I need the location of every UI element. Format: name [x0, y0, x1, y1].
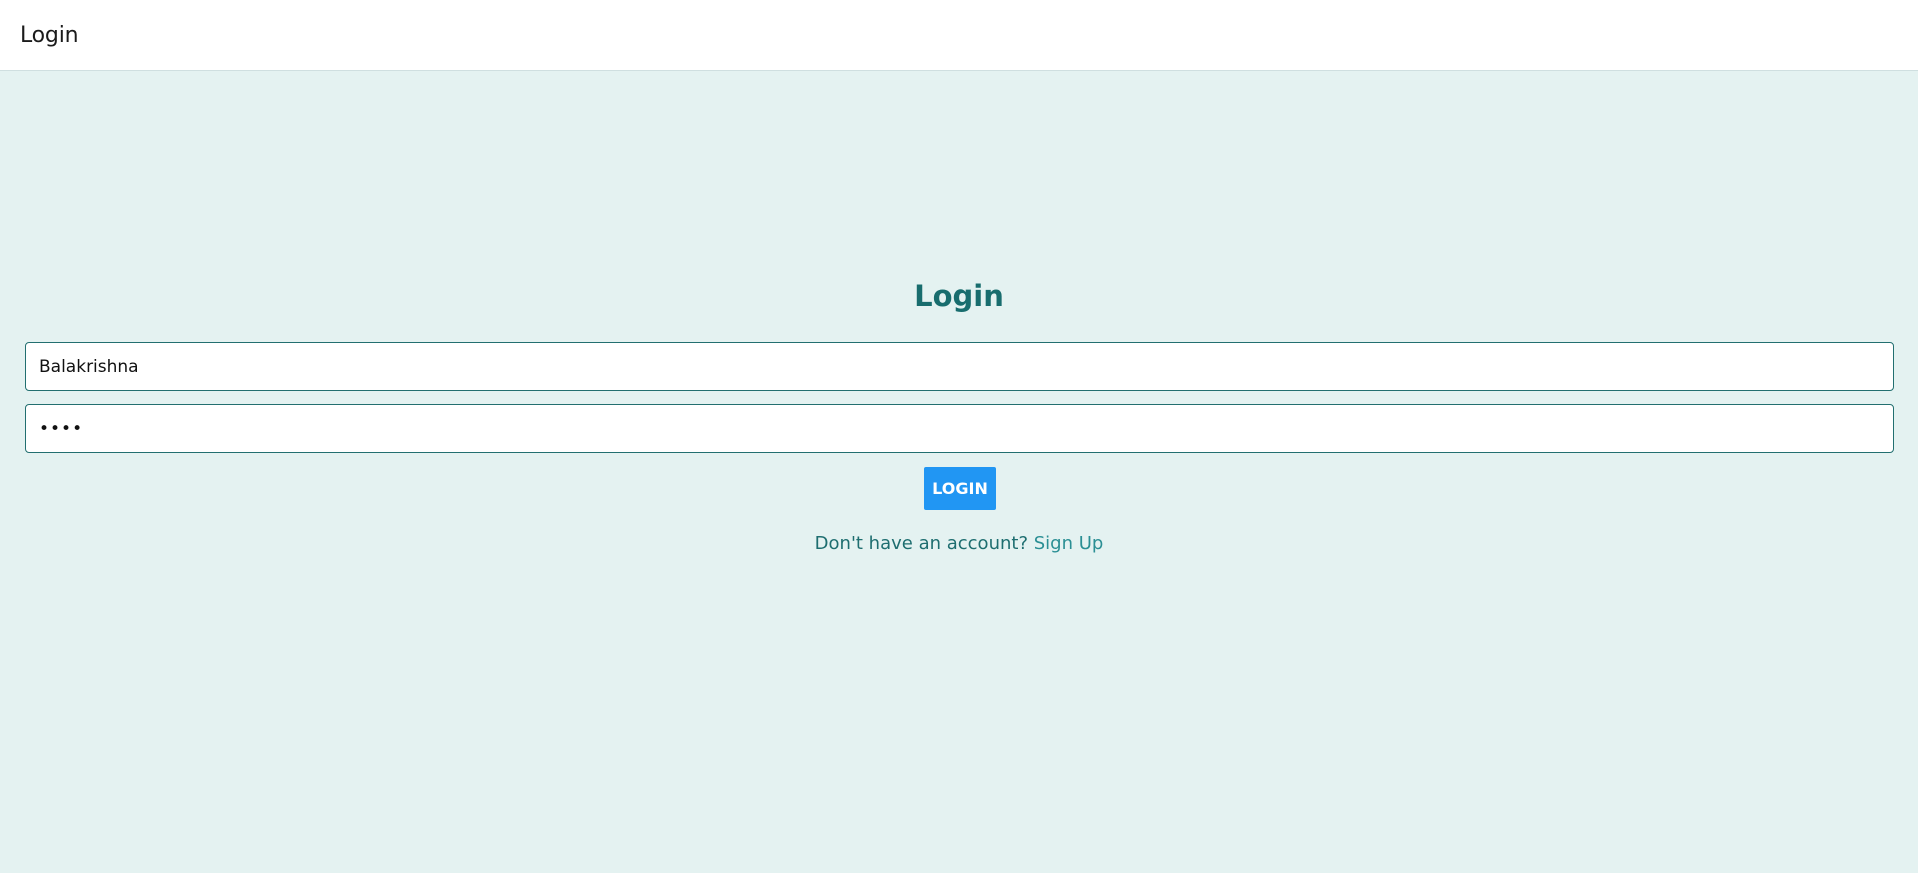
login-button[interactable]: LOGIN: [924, 467, 996, 510]
app-bar: Login: [0, 0, 1918, 71]
signup-prompt: Don't have an account? Sign Up: [0, 533, 1918, 554]
login-heading: Login: [914, 279, 1004, 313]
username-input[interactable]: [25, 342, 1894, 391]
signup-prompt-text: Don't have an account?: [814, 533, 1034, 554]
app-title: Login: [20, 22, 79, 48]
signup-link[interactable]: Sign Up: [1034, 533, 1104, 554]
password-input[interactable]: [25, 404, 1894, 453]
